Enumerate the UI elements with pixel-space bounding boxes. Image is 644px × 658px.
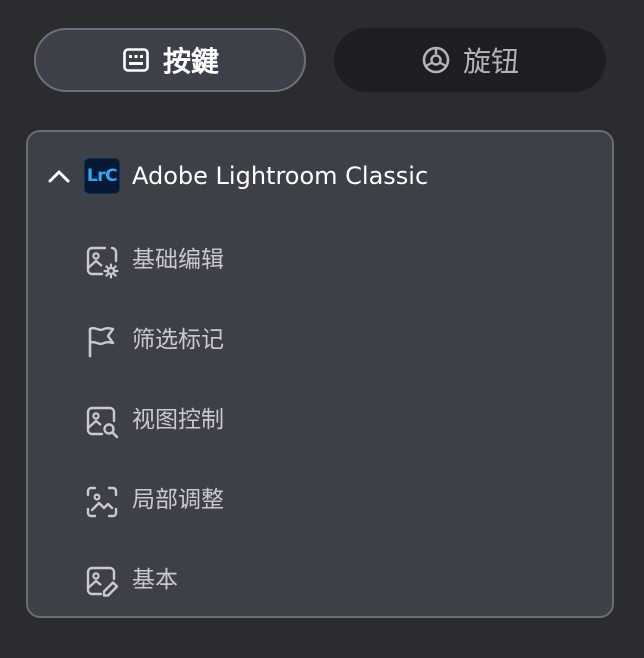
menu-item-label: 筛选标记 xyxy=(132,327,224,353)
lightroom-logo-icon: LrC xyxy=(84,158,120,194)
menu-item-basic-edit[interactable]: 基础编辑 xyxy=(28,232,612,288)
menu-item-label: 基础编辑 xyxy=(132,247,224,273)
image-adjust-icon xyxy=(84,484,120,520)
chevron-up-icon[interactable] xyxy=(44,162,74,192)
menu-item-label: 基本 xyxy=(132,567,178,593)
app-header[interactable]: LrC Adobe Lightroom Classic xyxy=(28,152,612,202)
keyboard-icon xyxy=(121,45,151,75)
menu-item-view-control[interactable]: 视图控制 xyxy=(28,392,612,448)
menu-item-flag-filter[interactable]: 筛选标记 xyxy=(28,312,612,368)
tab-knob[interactable]: 旋钮 xyxy=(334,28,606,92)
tab-knob-label: 旋钮 xyxy=(462,45,519,78)
menu-item-label: 局部调整 xyxy=(132,487,224,513)
app-name: Adobe Lightroom Classic xyxy=(132,162,429,190)
menu-item-local-adjust[interactable]: 局部调整 xyxy=(28,472,612,528)
menu-item-label: 视图控制 xyxy=(132,407,224,433)
tab-keys[interactable]: 按鍵 xyxy=(34,28,306,92)
image-gear-icon xyxy=(84,244,120,280)
tab-keys-label: 按鍵 xyxy=(162,45,219,78)
app-panel: LrC Adobe Lightroom Classic 基础编辑 筛选标记 视图… xyxy=(26,130,614,618)
page-root: 按鍵 旋钮 LrC Adobe Lightroom Classic 基础编辑 筛… xyxy=(0,0,644,658)
image-search-icon xyxy=(84,404,120,440)
knob-icon xyxy=(421,45,451,75)
image-edit-icon xyxy=(84,564,120,600)
menu-item-basic[interactable]: 基本 xyxy=(28,552,612,608)
flag-icon xyxy=(84,324,120,360)
